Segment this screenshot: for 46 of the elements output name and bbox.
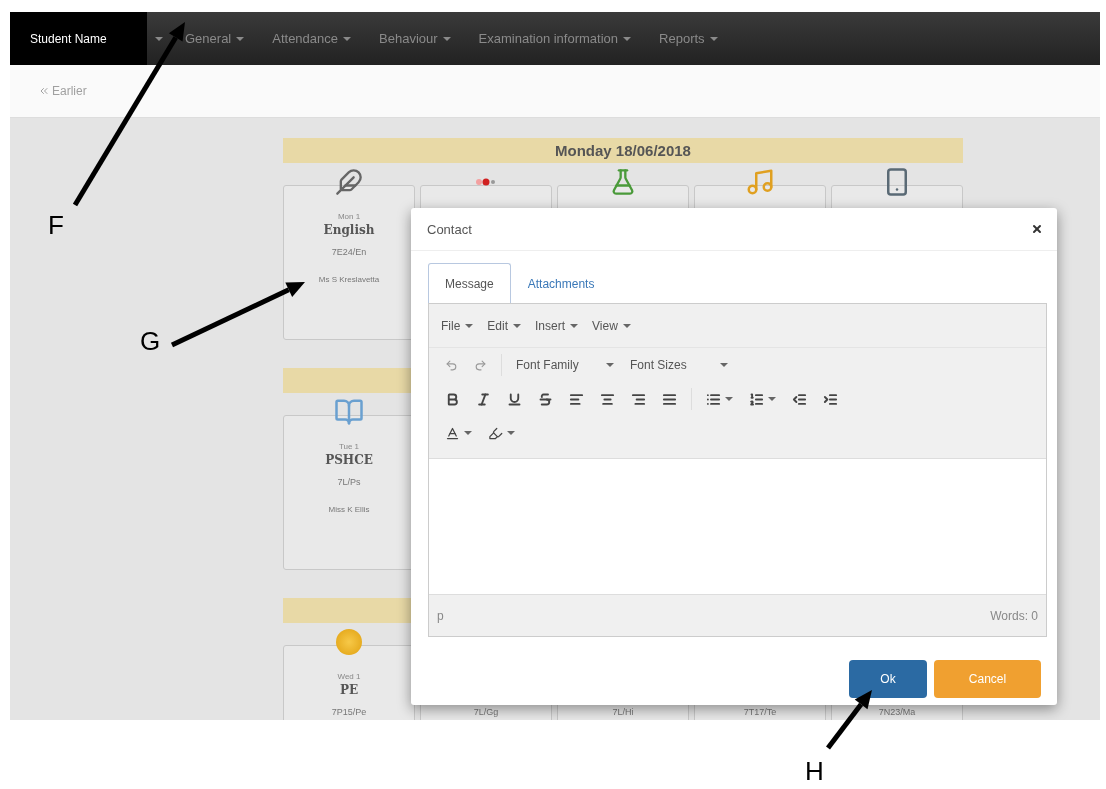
book-icon	[334, 397, 364, 427]
lesson-card[interactable]: Wed 1 PE 7P15/Pe	[283, 645, 415, 720]
music-note-icon	[745, 167, 775, 197]
lesson-group: 7L/Gg	[473, 707, 499, 720]
sport-ball-icon	[336, 629, 362, 655]
editor-menu[interactable]: View	[592, 318, 631, 333]
lesson-group: 7E24/En	[331, 247, 367, 261]
double-chevron-icon	[38, 85, 50, 97]
dialog-tab[interactable]: Message	[428, 263, 511, 303]
font-sizes-dropdown[interactable]: Font Sizes	[624, 358, 734, 372]
lesson-period: Mon 1	[337, 212, 361, 223]
day-title: Monday 18/06/2018	[555, 142, 691, 159]
annotation-letter: G	[140, 328, 161, 354]
quill-icon	[335, 168, 363, 196]
word-count: Words: 0	[990, 608, 1038, 623]
lesson-teacher: Miss K Ellis	[328, 505, 370, 514]
lesson-group: 7L/Hi	[612, 707, 634, 720]
nav-menu[interactable]: Reports	[645, 12, 732, 65]
lesson-teacher: Ms S Kreslavetta	[318, 275, 380, 284]
dialog-button[interactable]: Ok	[849, 660, 927, 698]
lesson-period: Wed 1	[337, 672, 361, 683]
editor-menu[interactable]: File	[441, 318, 474, 333]
nav-menu[interactable]: Behaviour	[365, 12, 465, 65]
message-input[interactable]	[429, 458, 1046, 595]
close-button[interactable]	[1031, 223, 1043, 235]
annotation-letter: H	[805, 758, 824, 784]
font-family-dropdown[interactable]: Font Family	[510, 358, 620, 372]
lesson-group: 7N23/Ma	[878, 707, 916, 720]
lesson-subject: PE	[339, 683, 359, 699]
annotation-arrow	[826, 690, 872, 750]
lesson-group: 7T17/Te	[743, 707, 777, 720]
editor-menu[interactable]: Edit	[487, 318, 522, 333]
element-path: p	[437, 608, 444, 623]
lesson-group: 7L/Ps	[337, 477, 361, 491]
dots-icon	[475, 178, 497, 186]
nav-menu[interactable]: Examination information	[464, 12, 646, 65]
editor-menu[interactable]: Insert	[535, 318, 579, 333]
nav-menu[interactable]: Attendance	[258, 12, 366, 65]
dialog-title: Contact	[427, 221, 472, 237]
annotation-letter: F	[48, 212, 64, 238]
lesson-subject: English	[323, 223, 375, 239]
lesson-group: 7P15/Pe	[331, 707, 367, 720]
lesson-subject: PSHCE	[325, 453, 373, 469]
lesson-card[interactable]: Mon 1 English 7E24/En Ms S Kreslavetta	[283, 185, 415, 340]
lesson-period: Tue 1	[338, 442, 360, 453]
student-name[interactable]: Student Name	[10, 12, 147, 65]
